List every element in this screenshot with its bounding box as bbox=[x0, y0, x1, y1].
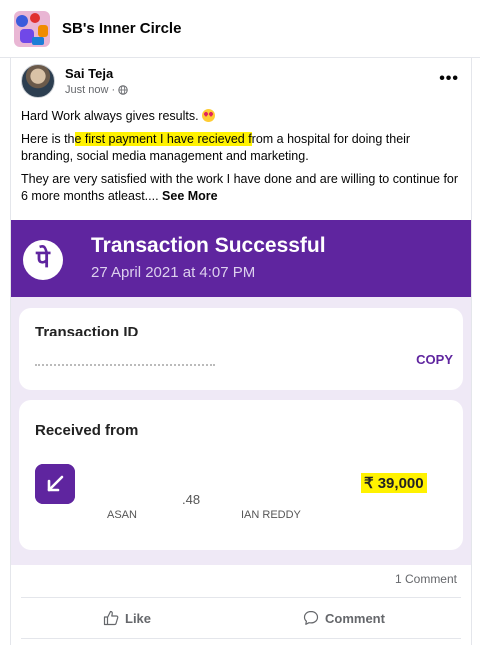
avatar[interactable] bbox=[21, 64, 55, 98]
post-meta: Just now · bbox=[65, 84, 128, 96]
transaction-title: Transaction Successful bbox=[91, 234, 326, 257]
transaction-id-redacted bbox=[35, 364, 215, 366]
sender-name-fragment: ASAN bbox=[107, 509, 137, 521]
divider bbox=[21, 597, 461, 598]
divider bbox=[21, 638, 461, 639]
highlighted-text: e first payment I have recieved f bbox=[74, 132, 252, 146]
post-line-3: They are very satisfied with the work I … bbox=[21, 172, 459, 203]
comment-icon bbox=[303, 610, 319, 625]
received-arrow-icon bbox=[35, 464, 75, 504]
post-line-1: Hard Work always gives results. bbox=[21, 108, 461, 125]
heart-eyes-emoji-icon bbox=[202, 109, 216, 122]
comment-button[interactable]: Comment bbox=[303, 603, 385, 633]
amount-value: ₹ 39,000 bbox=[361, 473, 427, 493]
group-header: SB's Inner Circle bbox=[0, 0, 480, 58]
transaction-banner: पे Transaction Successful 27 April 2021 … bbox=[11, 220, 471, 297]
comment-label: Comment bbox=[325, 610, 385, 626]
transaction-date: 27 April 2021 at 4:07 PM bbox=[91, 264, 256, 281]
post-timestamp[interactable]: Just now · bbox=[65, 84, 115, 96]
sender-name-fragment: IAN REDDY bbox=[241, 509, 301, 521]
transaction-id-card: Transaction ID COPY bbox=[19, 308, 463, 390]
copy-button: COPY bbox=[416, 352, 453, 367]
author-name[interactable]: Sai Teja bbox=[65, 66, 113, 81]
globe-icon bbox=[118, 85, 128, 95]
post-text: Hard Work always gives results. Here is … bbox=[21, 108, 461, 211]
payment-screenshot[interactable]: पे Transaction Successful 27 April 2021 … bbox=[11, 220, 471, 565]
post-line-2: Here is the first payment I have recieve… bbox=[21, 132, 411, 163]
group-name[interactable]: SB's Inner Circle bbox=[62, 20, 181, 37]
comment-count[interactable]: 1 Comment bbox=[395, 572, 457, 586]
like-icon bbox=[103, 610, 119, 626]
sender-account-fragment: .48 bbox=[182, 492, 201, 507]
post-author-row: Sai Teja Just now · ••• bbox=[21, 64, 461, 104]
group-logo[interactable] bbox=[14, 10, 50, 47]
transaction-id-label: Transaction ID bbox=[35, 324, 139, 336]
post-card: Sai Teja Just now · ••• Hard Work always… bbox=[10, 58, 472, 645]
phonepe-logo-icon: पे bbox=[23, 240, 63, 280]
like-button[interactable]: Like bbox=[103, 603, 151, 633]
see-more-link[interactable]: See More bbox=[162, 189, 218, 203]
more-icon[interactable]: ••• bbox=[439, 70, 459, 88]
received-from-label: Received from bbox=[35, 422, 139, 439]
received-from-card: Received from .48 ASAN IAN REDDY ₹ 39,00… bbox=[19, 400, 463, 550]
like-label: Like bbox=[125, 610, 152, 626]
